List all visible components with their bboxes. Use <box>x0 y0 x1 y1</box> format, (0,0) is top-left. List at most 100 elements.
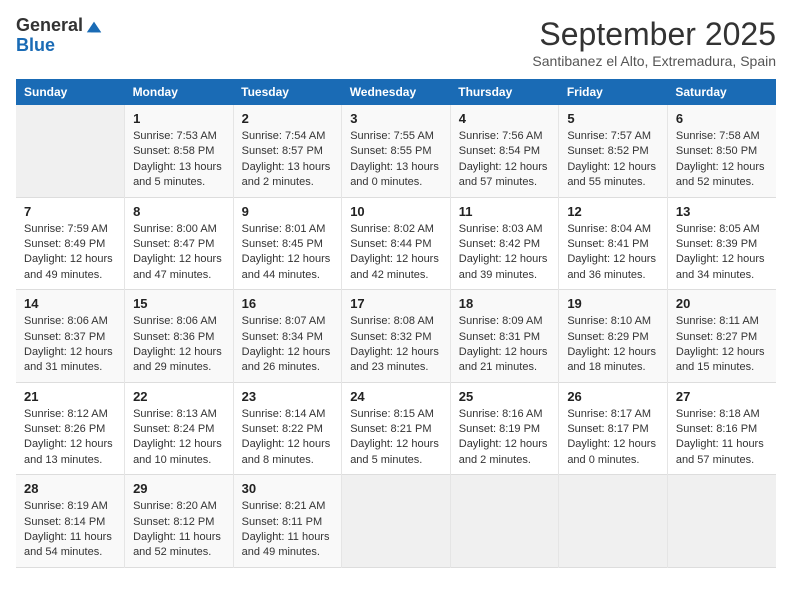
calendar-week-row: 21 Sunrise: 8:12 AMSunset: 8:26 PMDayligh… <box>16 382 776 475</box>
month-title: September 2025 <box>532 16 776 53</box>
calendar-cell: 11 Sunrise: 8:03 AMSunset: 8:42 PMDayligh… <box>450 197 559 290</box>
calendar-cell: 26 Sunrise: 8:17 AMSunset: 8:17 PMDayligh… <box>559 382 668 475</box>
calendar-cell: 25Sunrise: 8:16 AMSunset: 8:19 PMDayligh… <box>450 382 559 475</box>
calendar-cell <box>342 475 451 568</box>
day-number: 2 <box>242 111 334 126</box>
weekday-header: Sunday <box>16 79 125 105</box>
day-number: 4 <box>459 111 551 126</box>
calendar-cell: 19 Sunrise: 8:10 AMSunset: 8:29 PMDayligh… <box>559 290 668 383</box>
calendar-cell: 24Sunrise: 8:15 AMSunset: 8:21 PMDayligh… <box>342 382 451 475</box>
logo-text: General Blue <box>16 16 103 56</box>
calendar-table: SundayMondayTuesdayWednesdayThursdayFrid… <box>16 79 776 568</box>
day-info: Sunrise: 8:17 AMSunset: 8:17 PMDaylight:… <box>567 407 659 469</box>
day-info: Sunrise: 8:14 AMSunset: 8:22 PMDaylight:… <box>242 407 334 469</box>
calendar-cell <box>450 475 559 568</box>
day-info: Sunrise: 8:16 AMSunset: 8:19 PMDaylight:… <box>459 407 551 469</box>
day-number: 26 <box>567 389 659 404</box>
day-info: Sunrise: 8:02 AMSunset: 8:44 PMDaylight:… <box>350 222 442 284</box>
weekday-header: Friday <box>559 79 668 105</box>
calendar-cell: 5 Sunrise: 7:57 AMSunset: 8:52 PMDaylight… <box>559 105 668 197</box>
title-block: September 2025 Santibanez el Alto, Extre… <box>532 16 776 69</box>
day-info: Sunrise: 8:05 AMSunset: 8:39 PMDaylight:… <box>676 222 768 284</box>
day-info: Sunrise: 8:07 AMSunset: 8:34 PMDaylight:… <box>242 314 334 376</box>
logo: General Blue <box>16 16 103 56</box>
calendar-cell: 20Sunrise: 8:11 AMSunset: 8:27 PMDayligh… <box>667 290 776 383</box>
weekday-header: Tuesday <box>233 79 342 105</box>
calendar-cell: 6 Sunrise: 7:58 AMSunset: 8:50 PMDaylight… <box>667 105 776 197</box>
day-number: 11 <box>459 204 551 219</box>
calendar-cell: 1 Sunrise: 7:53 AMSunset: 8:58 PMDaylight… <box>125 105 234 197</box>
day-info: Sunrise: 8:20 AMSunset: 8:12 PMDaylight:… <box>133 499 225 561</box>
day-info: Sunrise: 8:12 AMSunset: 8:26 PMDaylight:… <box>24 407 116 469</box>
calendar-cell: 17 Sunrise: 8:08 AMSunset: 8:32 PMDayligh… <box>342 290 451 383</box>
calendar-week-row: 14 Sunrise: 8:06 AMSunset: 8:37 PMDayligh… <box>16 290 776 383</box>
calendar-cell: 7Sunrise: 7:59 AMSunset: 8:49 PMDaylight… <box>16 197 125 290</box>
calendar-week-row: 28 Sunrise: 8:19 AMSunset: 8:14 PMDayligh… <box>16 475 776 568</box>
day-number: 6 <box>676 111 768 126</box>
day-info: Sunrise: 7:58 AMSunset: 8:50 PMDaylight:… <box>676 129 768 191</box>
day-number: 18 <box>459 296 551 311</box>
day-info: Sunrise: 8:04 AMSunset: 8:41 PMDaylight:… <box>567 222 659 284</box>
day-info: Sunrise: 7:56 AMSunset: 8:54 PMDaylight:… <box>459 129 551 191</box>
page-header: General Blue September 2025 Santibanez e… <box>16 16 776 69</box>
day-info: Sunrise: 7:53 AMSunset: 8:58 PMDaylight:… <box>133 129 225 191</box>
day-number: 27 <box>676 389 768 404</box>
day-number: 8 <box>133 204 225 219</box>
day-number: 22 <box>133 389 225 404</box>
calendar-cell: 4 Sunrise: 7:56 AMSunset: 8:54 PMDaylight… <box>450 105 559 197</box>
calendar-cell: 14 Sunrise: 8:06 AMSunset: 8:37 PMDayligh… <box>16 290 125 383</box>
day-info: Sunrise: 8:10 AMSunset: 8:29 PMDaylight:… <box>567 314 659 376</box>
day-number: 12 <box>567 204 659 219</box>
calendar-week-row: 7Sunrise: 7:59 AMSunset: 8:49 PMDaylight… <box>16 197 776 290</box>
calendar-cell: 16 Sunrise: 8:07 AMSunset: 8:34 PMDayligh… <box>233 290 342 383</box>
calendar-cell: 12 Sunrise: 8:04 AMSunset: 8:41 PMDayligh… <box>559 197 668 290</box>
day-info: Sunrise: 8:06 AMSunset: 8:36 PMDaylight:… <box>133 314 225 376</box>
day-info: Sunrise: 8:13 AMSunset: 8:24 PMDaylight:… <box>133 407 225 469</box>
day-number: 1 <box>133 111 225 126</box>
day-info: Sunrise: 8:00 AMSunset: 8:47 PMDaylight:… <box>133 222 225 284</box>
day-number: 14 <box>24 296 116 311</box>
day-number: 5 <box>567 111 659 126</box>
calendar-cell: 23Sunrise: 8:14 AMSunset: 8:22 PMDayligh… <box>233 382 342 475</box>
day-info: Sunrise: 8:09 AMSunset: 8:31 PMDaylight:… <box>459 314 551 376</box>
day-info: Sunrise: 8:08 AMSunset: 8:32 PMDaylight:… <box>350 314 442 376</box>
day-info: Sunrise: 8:18 AMSunset: 8:16 PMDaylight:… <box>676 407 768 469</box>
day-number: 16 <box>242 296 334 311</box>
calendar-cell: 9 Sunrise: 8:01 AMSunset: 8:45 PMDaylight… <box>233 197 342 290</box>
day-number: 30 <box>242 481 334 496</box>
day-number: 19 <box>567 296 659 311</box>
calendar-cell: 22 Sunrise: 8:13 AMSunset: 8:24 PMDayligh… <box>125 382 234 475</box>
calendar-cell: 8 Sunrise: 8:00 AMSunset: 8:47 PMDaylight… <box>125 197 234 290</box>
calendar-cell: 28 Sunrise: 8:19 AMSunset: 8:14 PMDayligh… <box>16 475 125 568</box>
location: Santibanez el Alto, Extremadura, Spain <box>532 53 776 69</box>
day-number: 9 <box>242 204 334 219</box>
calendar-cell: 13 Sunrise: 8:05 AMSunset: 8:39 PMDayligh… <box>667 197 776 290</box>
day-number: 21 <box>24 389 116 404</box>
calendar-cell <box>16 105 125 197</box>
day-info: Sunrise: 7:59 AMSunset: 8:49 PMDaylight:… <box>24 222 116 284</box>
calendar-cell: 15 Sunrise: 8:06 AMSunset: 8:36 PMDayligh… <box>125 290 234 383</box>
day-info: Sunrise: 8:06 AMSunset: 8:37 PMDaylight:… <box>24 314 116 376</box>
day-number: 17 <box>350 296 442 311</box>
calendar-cell: 18 Sunrise: 8:09 AMSunset: 8:31 PMDayligh… <box>450 290 559 383</box>
day-info: Sunrise: 8:19 AMSunset: 8:14 PMDaylight:… <box>24 499 116 561</box>
day-info: Sunrise: 8:01 AMSunset: 8:45 PMDaylight:… <box>242 222 334 284</box>
day-number: 28 <box>24 481 116 496</box>
logo-icon <box>85 18 103 36</box>
day-number: 20 <box>676 296 768 311</box>
calendar-cell: 10Sunrise: 8:02 AMSunset: 8:44 PMDayligh… <box>342 197 451 290</box>
calendar-cell: 21 Sunrise: 8:12 AMSunset: 8:26 PMDayligh… <box>16 382 125 475</box>
calendar-cell <box>559 475 668 568</box>
day-info: Sunrise: 8:03 AMSunset: 8:42 PMDaylight:… <box>459 222 551 284</box>
calendar-cell: 2Sunrise: 7:54 AMSunset: 8:57 PMDaylight… <box>233 105 342 197</box>
day-number: 3 <box>350 111 442 126</box>
day-number: 13 <box>676 204 768 219</box>
weekday-header: Monday <box>125 79 234 105</box>
weekday-header: Thursday <box>450 79 559 105</box>
day-info: Sunrise: 7:57 AMSunset: 8:52 PMDaylight:… <box>567 129 659 191</box>
calendar-cell <box>667 475 776 568</box>
calendar-week-row: 1 Sunrise: 7:53 AMSunset: 8:58 PMDaylight… <box>16 105 776 197</box>
calendar-header-row: SundayMondayTuesdayWednesdayThursdayFrid… <box>16 79 776 105</box>
weekday-header: Saturday <box>667 79 776 105</box>
day-number: 15 <box>133 296 225 311</box>
